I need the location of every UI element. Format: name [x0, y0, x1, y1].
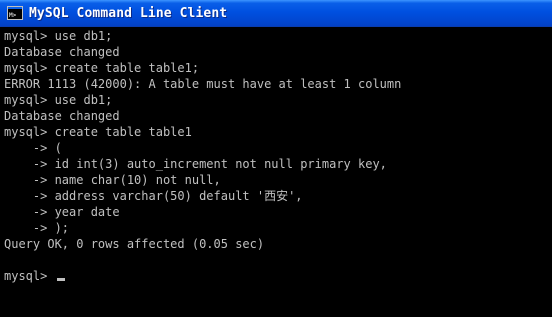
console-line: mysql> create table table1; — [4, 61, 200, 75]
console-prompt-line[interactable]: mysql> — [4, 268, 65, 284]
console-line: -> ( — [4, 141, 62, 155]
console-line: -> year date — [4, 205, 120, 219]
console-line: mysql> create table table1 — [4, 125, 192, 139]
window-titlebar[interactable]: M> MySQL Command Line Client — [0, 0, 552, 27]
console-line: -> ); — [4, 221, 70, 235]
console-line: -> name char(10) not null, — [4, 173, 221, 187]
mysql-console-window: M> MySQL Command Line Client mysql> use … — [0, 0, 552, 317]
window-title: MySQL Command Line Client — [29, 6, 228, 21]
console-window-icon[interactable]: M> — [7, 6, 23, 20]
console-line: -> address varchar(50) default '西安', — [4, 189, 303, 203]
console-line: ERROR 1113 (42000): A table must have at… — [4, 77, 402, 91]
svg-text:M>: M> — [9, 12, 17, 19]
console-line: mysql> use db1; — [4, 93, 113, 107]
console-output[interactable]: mysql> use db1; Database changed mysql> … — [0, 27, 552, 317]
console-line: mysql> use db1; — [4, 29, 113, 43]
console-line: -> id int(3) auto_increment not null pri… — [4, 157, 387, 171]
console-line: Database changed — [4, 45, 120, 59]
mysql-prompt: mysql> — [4, 269, 55, 283]
console-line: Query OK, 0 rows affected (0.05 sec) — [4, 237, 265, 251]
console-line: Database changed — [4, 109, 120, 123]
text-cursor — [56, 278, 65, 281]
